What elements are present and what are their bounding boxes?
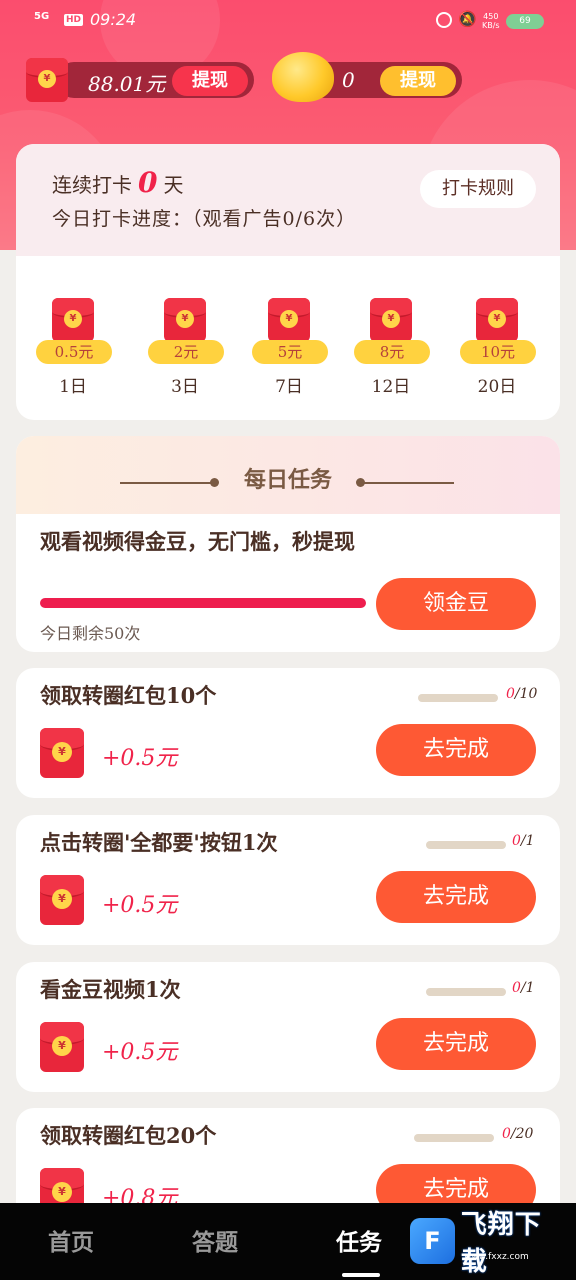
red-envelope-icon: ¥ <box>40 875 84 925</box>
watermark: F 飞翔下载 www.fxxz.com <box>410 1210 566 1277</box>
network-speed: 450 KB/s <box>482 12 500 30</box>
checkin-rules-button[interactable]: 打卡规则 <box>420 170 536 208</box>
video-task-remaining: 今日剩余50次 <box>40 624 141 643</box>
daily-tasks-title: 每日任务 <box>243 468 332 493</box>
task-card: 点击转圈'全都要'按钮1次 0/1 ¥ +0.5元 去完成 <box>16 815 560 945</box>
tab-home[interactable]: 首页 <box>48 1223 94 1257</box>
daily-tasks-card: 每日任务 观看视频得金豆，无门槛，秒提现 今日剩余50次 领金豆 <box>16 436 560 652</box>
task-card: 领取转圈红包10个 0/10 ¥ +0.5元 去完成 <box>16 668 560 798</box>
task-progress-bar <box>414 1134 494 1142</box>
task-title: 点击转圈'全都要'按钮1次 <box>40 830 278 855</box>
clock: 09:24 <box>90 10 137 29</box>
gold-bean-icon <box>272 52 334 102</box>
red-envelope-icon: ¥ <box>40 728 84 778</box>
money-amount: 88.01元 <box>88 72 166 96</box>
watermark-logo-icon: F <box>410 1218 455 1264</box>
red-envelope-icon: ¥ <box>164 298 206 342</box>
hd-badge: HD <box>64 14 84 26</box>
red-envelope-icon: ¥ <box>26 58 68 102</box>
task-complete-button[interactable]: 去完成 <box>376 1018 536 1070</box>
alarm-icon <box>436 12 452 28</box>
checkin-reward: ¥ 8元 12日 <box>346 298 436 398</box>
checkin-reward: ¥ 0.5元 1日 <box>28 298 118 398</box>
task-progress-count: 0/1 <box>512 980 535 996</box>
task-title: 看金豆视频1次 <box>40 977 181 1002</box>
checkin-reward: ¥ 2元 3日 <box>140 298 230 398</box>
task-progress-bar <box>418 694 498 702</box>
task-title: 领取转圈红包20个 <box>40 1123 217 1148</box>
red-envelope-icon: ¥ <box>268 298 310 342</box>
task-progress-count: 0/1 <box>512 833 535 849</box>
checkin-reward: ¥ 5元 7日 <box>244 298 334 398</box>
red-envelope-icon: ¥ <box>52 298 94 342</box>
task-reward: +0.5元 <box>102 1040 178 1065</box>
task-progress-count: 0/20 <box>502 1126 534 1142</box>
task-complete-button[interactable]: 去完成 <box>376 724 536 776</box>
red-envelope-icon: ¥ <box>476 298 518 342</box>
active-tab-indicator <box>342 1273 380 1277</box>
red-envelope-icon: ¥ <box>370 298 412 342</box>
coin-withdraw-button[interactable]: 提现 <box>380 66 456 96</box>
checkin-card: 连续打卡 0 天 今日打卡进度：（观看广告0/6次） 打卡规则 ¥ 0.5元 1日 … <box>16 144 560 420</box>
money-withdraw-button[interactable]: 提现 <box>172 66 248 96</box>
video-task-title: 观看视频得金豆，无门槛，秒提现 <box>40 529 355 554</box>
streak-days: 0 <box>138 166 158 199</box>
network-indicator: 5G <box>34 11 50 22</box>
money-balance: ¥ 88.01元 提现 <box>26 58 254 102</box>
coin-amount: 0 <box>342 68 355 92</box>
task-progress-count: 0/10 <box>506 686 538 702</box>
status-bar: 5G HD 09:24 🔕 450 KB/s 69 <box>0 0 576 40</box>
get-gold-beans-button[interactable]: 领金豆 <box>376 578 536 630</box>
tab-quiz[interactable]: 答题 <box>192 1223 238 1257</box>
task-card: 看金豆视频1次 0/1 ¥ +0.5元 去完成 <box>16 962 560 1092</box>
task-complete-button[interactable]: 去完成 <box>376 871 536 923</box>
checkin-reward: ¥ 10元 20日 <box>452 298 542 398</box>
red-envelope-icon: ¥ <box>40 1022 84 1072</box>
checkin-progress: 今日打卡进度：（观看广告0/6次） <box>52 208 357 230</box>
tab-tasks[interactable]: 任务 <box>336 1223 382 1257</box>
video-task-progress <box>40 598 366 608</box>
task-reward: +0.5元 <box>102 746 178 771</box>
battery-indicator: 69 <box>506 14 544 29</box>
task-progress-bar <box>426 988 506 996</box>
coin-balance: 0 提现 <box>272 52 462 102</box>
task-progress-bar <box>426 841 506 849</box>
mute-icon: 🔕 <box>458 10 477 28</box>
task-title: 领取转圈红包10个 <box>40 683 217 708</box>
streak-text: 连续打卡 0 天 <box>52 166 184 199</box>
task-reward: +0.5元 <box>102 893 178 918</box>
